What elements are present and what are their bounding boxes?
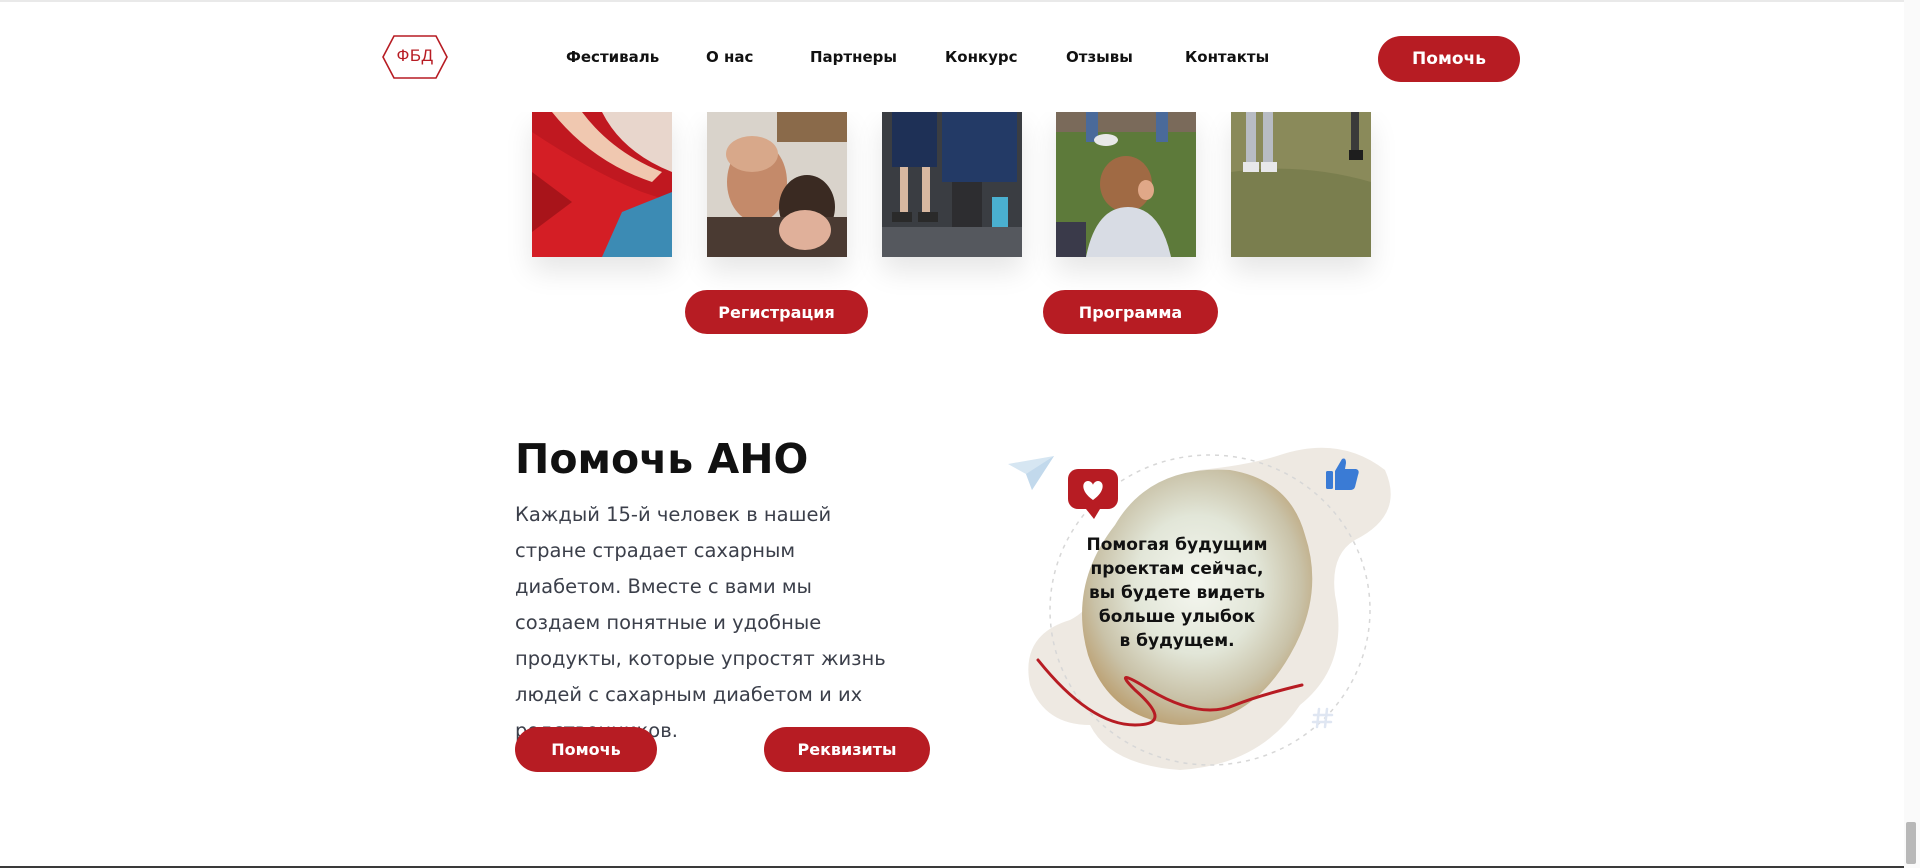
illustration-caption-line-4: больше улыбок — [1098, 607, 1256, 627]
scrollbar-thumb[interactable] — [1906, 822, 1916, 864]
help-section-text: Каждый 15-й человек в нашей стране страд… — [515, 503, 886, 742]
illustration-caption-line-2: проектам сейчас, — [1090, 559, 1264, 579]
illustration-caption-line-5: в будущем. — [1119, 631, 1235, 651]
nav-item-contacts[interactable]: Контакты — [1185, 48, 1269, 66]
details-button[interactable]: Реквизиты — [764, 727, 930, 772]
illustration-caption-line-1: Помогая будущим — [1086, 535, 1268, 555]
site-header: ФБД Фестиваль О нас Партнеры Конкурс Отз… — [0, 2, 1904, 112]
help-button[interactable]: Помочь — [515, 727, 657, 772]
festival-photo-2 — [707, 112, 847, 257]
help-section-title: Помочь АНО — [515, 435, 809, 483]
nav-item-festival[interactable]: Фестиваль — [566, 48, 659, 66]
thumbs-up-icon — [1326, 458, 1359, 490]
paper-plane-icon — [1008, 456, 1054, 490]
logo[interactable]: ФБД — [382, 34, 448, 80]
header-help-button[interactable]: Помочь — [1378, 36, 1520, 82]
nav-item-about[interactable]: О нас — [706, 48, 753, 66]
festival-photo-3 — [882, 112, 1022, 257]
nav-item-reviews[interactable]: Отзывы — [1066, 48, 1133, 66]
logo-text: ФБД — [396, 46, 434, 65]
hashtag-icon — [1311, 707, 1334, 729]
festival-photo-4 — [1056, 112, 1196, 257]
page-scrollbar[interactable] — [1904, 0, 1920, 868]
illustration-caption-line-3: вы будете видеть — [1088, 583, 1266, 603]
nav-item-contest[interactable]: Конкурс — [945, 48, 1018, 66]
festival-photo-5 — [1231, 112, 1371, 257]
nav-item-partners[interactable]: Партнеры — [810, 48, 897, 66]
help-illustration: Помогая будущим проектам сейчас, вы буде… — [960, 425, 1400, 785]
page: ФБД Фестиваль О нас Партнеры Конкурс Отз… — [0, 0, 1920, 868]
festival-photo-1 — [532, 112, 672, 257]
illustration-caption: Помогая будущим проектам сейчас, вы буде… — [1072, 533, 1282, 653]
heart-icon — [1068, 469, 1118, 519]
registration-button[interactable]: Регистрация — [685, 290, 868, 334]
program-button[interactable]: Программа — [1043, 290, 1218, 334]
